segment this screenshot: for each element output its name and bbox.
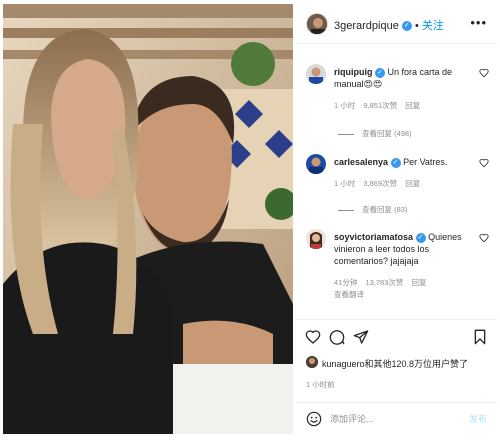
post-time: 1 小时前 — [306, 380, 335, 389]
view-replies-label: 查看回复 (83) — [362, 205, 408, 214]
author-avatar-image — [307, 14, 327, 34]
comment-like-heart-icon[interactable] — [479, 158, 489, 168]
reply-button[interactable]: 回复 — [405, 101, 420, 110]
action-bar — [296, 319, 497, 351]
comment-username[interactable]: riquipuig — [334, 67, 373, 77]
bookmark-icon[interactable] — [472, 329, 488, 345]
commenter-avatar-image — [306, 229, 326, 249]
view-translation-button[interactable]: 查看翻译 — [334, 290, 364, 299]
view-replies-button[interactable]: 查看回复 (83) — [338, 204, 407, 215]
comment-input[interactable] — [330, 412, 440, 426]
commenter-avatar[interactable] — [306, 229, 326, 249]
post-comment-button[interactable]: 发布 — [469, 412, 487, 425]
post-panel: 3gerardpique ✓ • 关注 ••• riquipuig ✓ Un f… — [296, 4, 497, 434]
comment-body: riquipuig ✓ Un fora carta de manual😍😍 — [334, 66, 479, 90]
likes-summary[interactable]: kunaguero和其他120.8万位用户赞了 — [306, 354, 496, 372]
likes-text: kunaguero和其他120.8万位用户赞了 — [322, 359, 469, 369]
view-replies-label: 查看回复 (498) — [362, 129, 412, 138]
author-avatar[interactable] — [306, 13, 328, 35]
verified-badge-icon: ✓ — [375, 67, 386, 78]
comment-time: 1 小时 — [334, 179, 356, 188]
comment-like-heart-icon[interactable] — [479, 68, 489, 78]
comment-like-heart-icon[interactable] — [479, 233, 489, 243]
send-icon[interactable] — [353, 329, 369, 345]
translation-row: 查看翻译 — [334, 289, 370, 300]
liker-avatar-image — [306, 356, 318, 368]
verified-badge-icon: ✓ — [390, 157, 401, 168]
heart-icon[interactable] — [305, 329, 321, 345]
verified-badge-icon: ✓ — [401, 21, 412, 32]
separator-dot: • — [414, 20, 419, 32]
comment-username[interactable]: soyvictoriamatosa — [334, 232, 413, 242]
liker-avatar — [306, 356, 318, 368]
author-username[interactable]: 3gerardpique — [334, 20, 399, 32]
author-line: 3gerardpique ✓ • 关注 — [334, 17, 444, 33]
view-replies-button[interactable]: 查看回复 (498) — [338, 128, 412, 139]
commenter-avatar-image — [306, 154, 326, 174]
comment-meta: 1 小时 3,869次赞 回复 — [334, 178, 426, 189]
comment-likes[interactable]: 13,783次赞 — [365, 278, 403, 287]
comment-time: 41分钟 — [334, 278, 358, 287]
post-photo[interactable] — [3, 4, 293, 434]
comment-likes[interactable]: 9,851次赞 — [363, 101, 397, 110]
reply-button[interactable]: 回复 — [405, 179, 420, 188]
emoji-icon[interactable] — [306, 411, 322, 427]
comment-likes[interactable]: 3,869次赞 — [363, 179, 397, 188]
comment-meta: 41分钟 13,783次赞 回复 — [334, 277, 432, 288]
commenter-avatar[interactable] — [306, 64, 326, 84]
post-photo-image — [3, 4, 293, 434]
comment-meta: 1 小时 9,851次赞 回复 — [334, 100, 426, 111]
comment-text: Per Vatres. — [403, 157, 448, 167]
comment-username[interactable]: carlesalenya — [334, 157, 388, 167]
replies-divider-line — [338, 133, 354, 135]
follow-button[interactable]: 关注 — [422, 20, 444, 32]
comment-time: 1 小时 — [334, 101, 356, 110]
post-header: 3gerardpique ✓ • 关注 ••• — [296, 4, 497, 44]
comment-body: carlesalenya ✓ Per Vatres. — [334, 156, 479, 168]
reply-button[interactable]: 回复 — [411, 278, 426, 287]
comment-icon[interactable] — [329, 329, 345, 345]
commenter-avatar[interactable] — [306, 154, 326, 174]
add-comment-bar: 发布 — [296, 402, 497, 434]
commenter-avatar-image — [306, 64, 326, 84]
comment-body: soyvictoriamatosa ✓ Quienes vinieron a l… — [334, 231, 479, 267]
verified-badge-icon: ✓ — [415, 232, 426, 243]
more-horizontal-icon[interactable]: ••• — [470, 15, 487, 30]
replies-divider-line — [338, 209, 354, 211]
